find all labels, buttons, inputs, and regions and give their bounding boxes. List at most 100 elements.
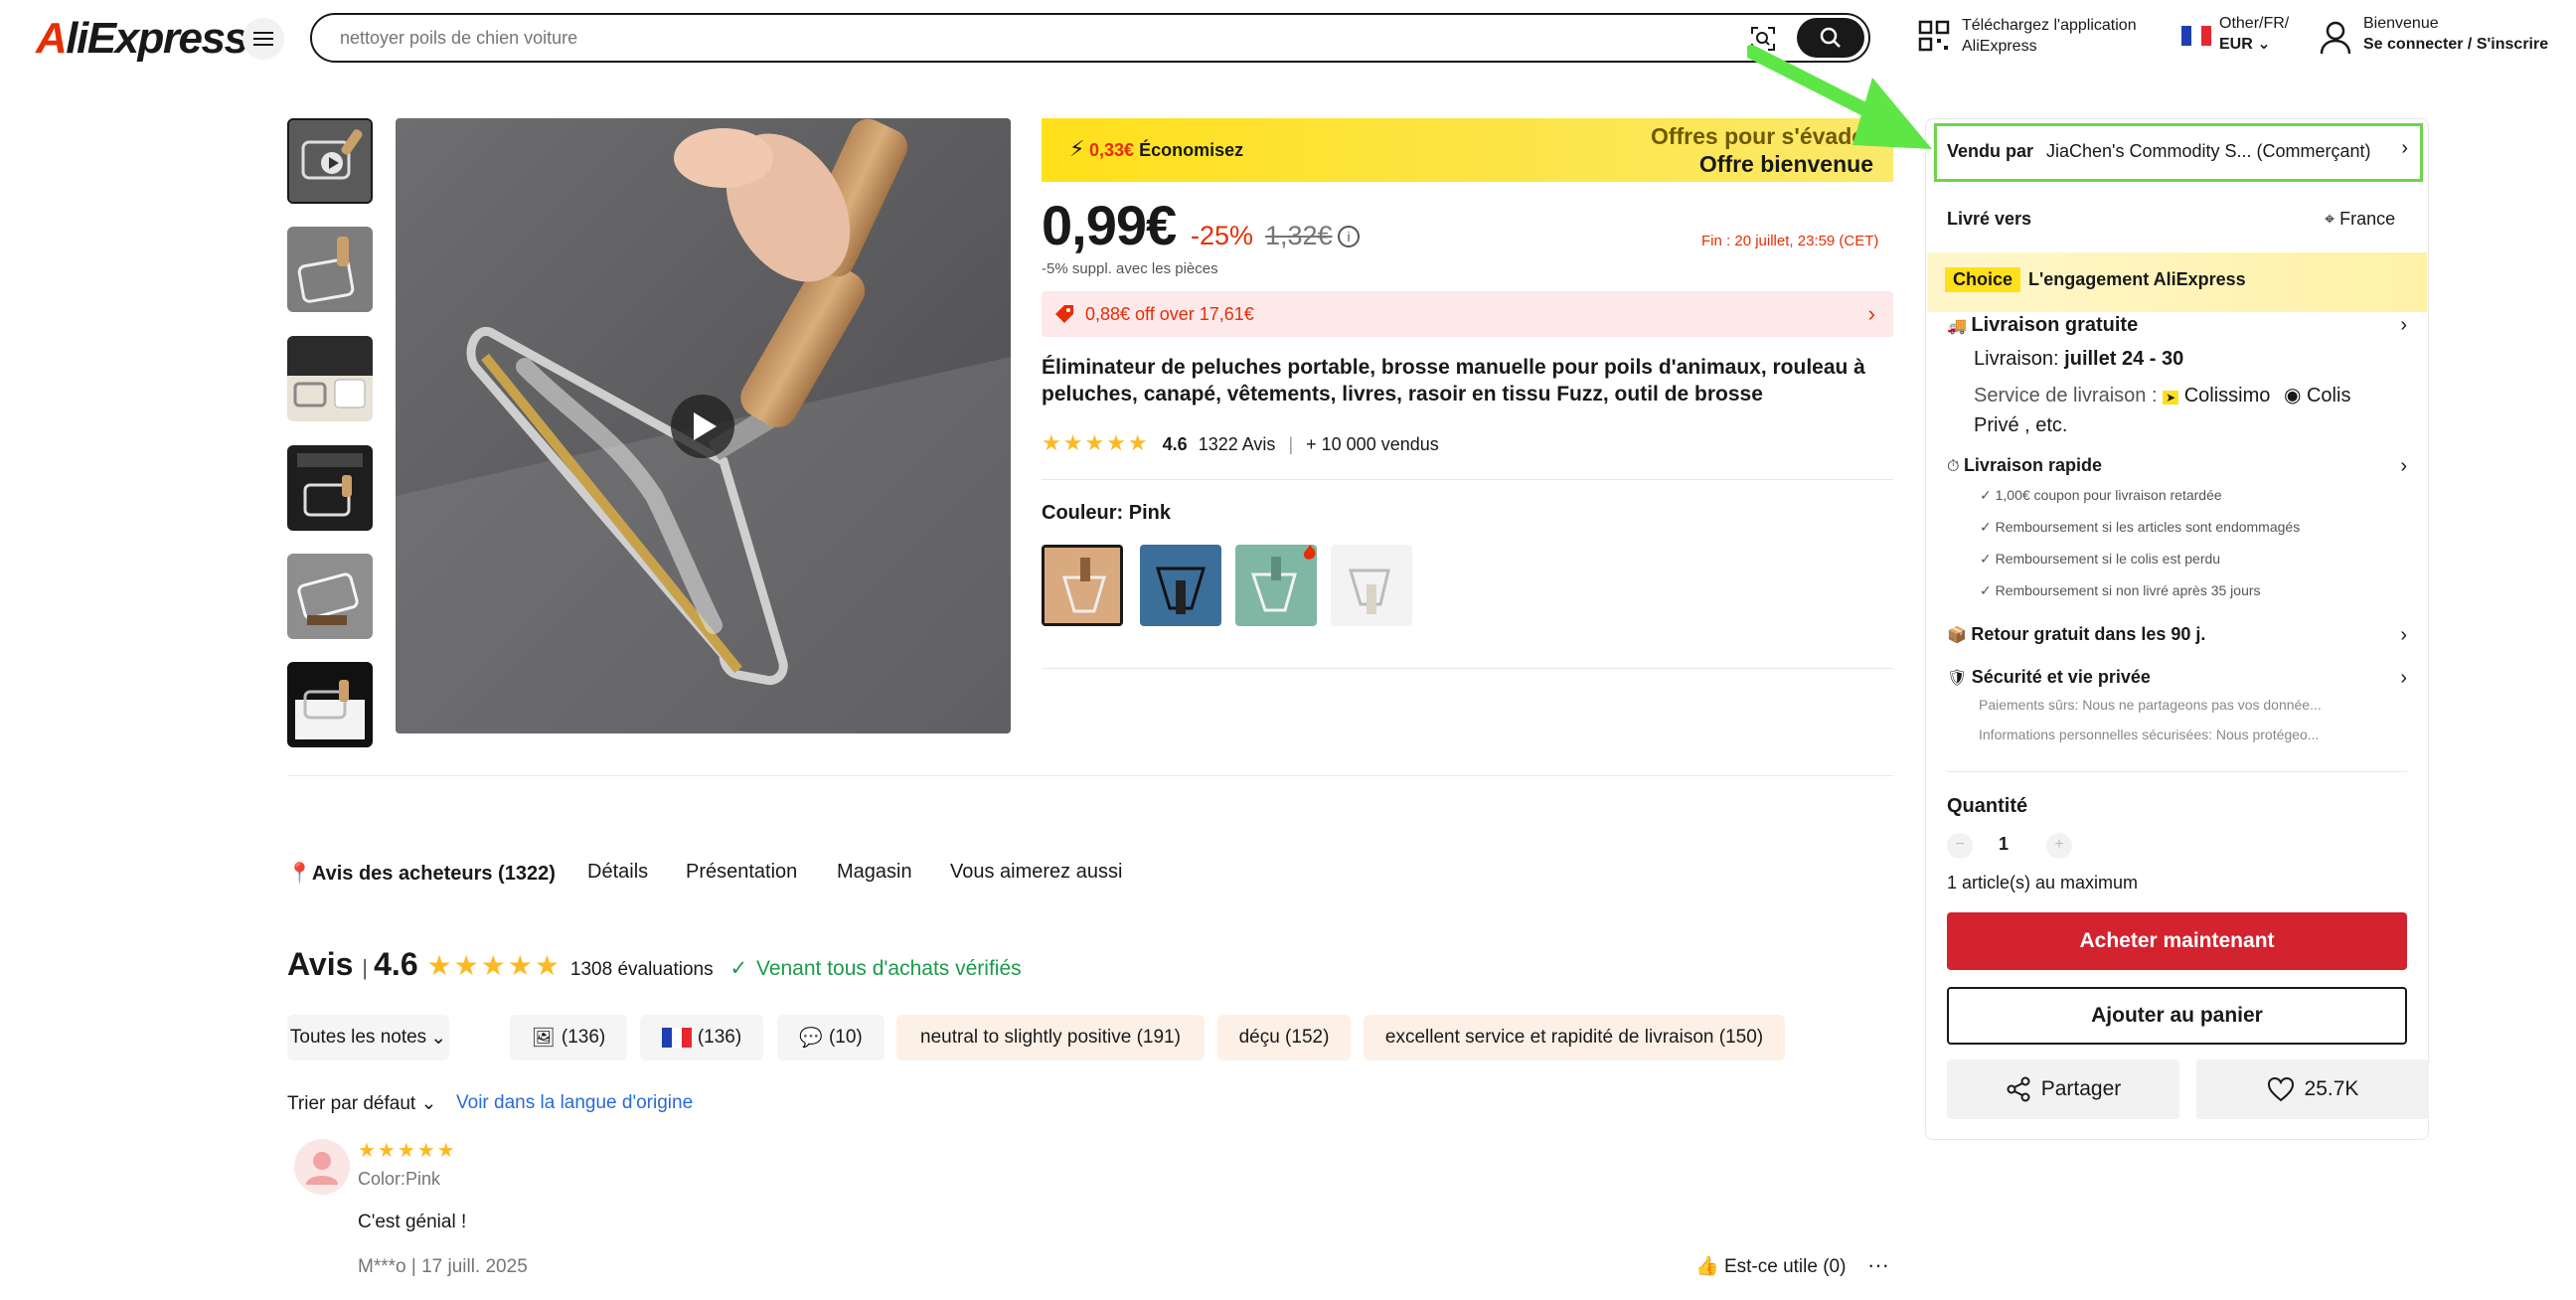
review-variant: Color:Pink: [358, 1169, 441, 1189]
info-icon[interactable]: i: [1338, 226, 1360, 247]
thumbnail-image: [287, 662, 373, 747]
swatch-white[interactable]: [1331, 545, 1412, 626]
image-icon: 🖼: [531, 1028, 556, 1049]
swatch-green[interactable]: [1235, 545, 1317, 626]
security-label: Sécurité et vie privée: [1971, 667, 2151, 687]
thumbnail-image: [289, 120, 371, 202]
savings-amount: 0,33€: [1089, 140, 1135, 160]
lightning-icon: ⚡: [1069, 136, 1085, 161]
share-icon: [2007, 1076, 2030, 1102]
quantity-label: Quantité: [1947, 795, 2028, 817]
search-input[interactable]: [340, 25, 1731, 51]
savings-label: Économisez: [1139, 140, 1244, 160]
thumbnail-2[interactable]: [287, 227, 373, 312]
quantity-stepper[interactable]: − 1 +: [1947, 831, 2086, 861]
free-delivery-row[interactable]: 🚚 Livraison gratuite ›: [1947, 314, 2407, 337]
filter-photos[interactable]: 🖼 (136): [510, 1015, 627, 1060]
wishlist-count: 25.7K: [2304, 1077, 2359, 1100]
filter-france[interactable]: (136): [640, 1015, 763, 1060]
search-bar[interactable]: [310, 13, 1870, 63]
thumbnail-6[interactable]: [287, 662, 373, 747]
quantity-value[interactable]: 1: [1999, 834, 2009, 855]
tab-details[interactable]: Détails: [587, 861, 648, 884]
chevron-right-icon: ›: [2400, 667, 2407, 689]
chip-label: (136): [697, 1027, 742, 1048]
thumbnail-image: [287, 336, 373, 421]
helpful-button[interactable]: 👍 Est-ce utile (0): [1695, 1254, 1846, 1278]
wishlist-button[interactable]: 25.7K: [2196, 1059, 2429, 1119]
chevron-down-icon: ⌄: [2257, 36, 2271, 53]
tab-reviews[interactable]: 📍Avis des acheteurs (1322): [287, 861, 556, 886]
tab-presentation[interactable]: Présentation: [686, 861, 797, 884]
coupon-text: 0,88€ off over 17,61€: [1085, 304, 1254, 324]
free-return-row[interactable]: 📦 Retour gratuit dans les 90 j. ›: [1947, 624, 2407, 646]
currency-label: EUR: [2219, 36, 2253, 53]
deadline-label: Fin :: [1701, 233, 1731, 249]
share-button[interactable]: Partager: [1947, 1059, 2179, 1119]
more-options-icon[interactable]: ···: [1867, 1252, 1889, 1278]
sign-in-link[interactable]: Se connecter / S'inscrire: [2363, 34, 2548, 55]
original-language-link[interactable]: Voir dans la langue d'origine: [456, 1092, 693, 1114]
deadline-value: 20 juillet, 23:59 (CET): [1734, 233, 1879, 249]
rating-value: 4.6: [1162, 434, 1188, 454]
return-box-icon: 📦: [1947, 627, 1967, 644]
swatch-image: [1045, 548, 1120, 623]
original-price: 1,32€: [1265, 221, 1333, 250]
avatar: [294, 1139, 350, 1195]
thumbnail-video[interactable]: [287, 118, 373, 204]
helpful-label: Est-ce utile (0): [1723, 1256, 1847, 1277]
filter-tag-neutral[interactable]: neutral to slightly positive (191): [896, 1015, 1205, 1060]
chevron-right-icon: ›: [2400, 314, 2407, 336]
menu-button[interactable]: [242, 18, 284, 60]
tab-store[interactable]: Magasin: [837, 861, 912, 884]
thumbnail-5[interactable]: [287, 554, 373, 639]
sold-count: + 10 000 vendus: [1306, 434, 1439, 454]
thumbnail-3[interactable]: [287, 336, 373, 421]
thumbnail-4[interactable]: [287, 445, 373, 531]
hot-flame-icon: [1303, 545, 1316, 560]
main-product-image[interactable]: [396, 118, 1011, 733]
filter-tag-decu[interactable]: déçu (152): [1217, 1015, 1351, 1060]
add-to-cart-button[interactable]: Ajouter au panier: [1947, 987, 2407, 1045]
fast-item-text: 1,00€ coupon pour livraison retardée: [1995, 487, 2222, 503]
review-author-date: M***o | 17 juill. 2025: [358, 1256, 528, 1277]
divider: [1042, 479, 1893, 480]
ship-to-selector[interactable]: ⌖ France: [2325, 209, 2395, 230]
fast-delivery-row[interactable]: ⏱ Livraison rapide ›: [1947, 455, 2407, 477]
truck-icon: 🚚: [1947, 318, 1967, 335]
location-pin-icon: ⌖: [2325, 209, 2335, 229]
buy-now-button[interactable]: Acheter maintenant: [1947, 912, 2407, 970]
clock-icon: ⏱: [1947, 458, 1960, 475]
divider: [1947, 771, 2407, 772]
divider: [1042, 668, 1893, 669]
share-label: Partager: [2040, 1077, 2122, 1100]
filter-tag-excellent[interactable]: excellent service et rapidité de livrais…: [1364, 1015, 1785, 1060]
tab-recommendations[interactable]: Vous aimerez aussi: [950, 861, 1122, 884]
filter-all-ratings[interactable]: Toutes les notes ⌄: [287, 1015, 449, 1060]
filter-comments[interactable]: 💬 (10): [777, 1015, 885, 1060]
logo-text: liExpress: [66, 14, 248, 63]
thumbnail-image: [287, 554, 373, 639]
increase-button[interactable]: +: [2046, 833, 2072, 859]
aliexpress-logo[interactable]: AliExpress: [36, 14, 248, 64]
security-row[interactable]: 🛡 Sécurité et vie privée ›: [1947, 667, 2407, 689]
hamburger-icon: [253, 32, 273, 46]
sort-dropdown[interactable]: Trier par défaut ⌄: [287, 1092, 436, 1115]
swatch-pink[interactable]: [1042, 545, 1123, 626]
chevron-right-icon: ›: [2400, 455, 2407, 477]
sort-label: Trier par défaut: [287, 1093, 416, 1114]
seller-row[interactable]: Vendu par JiaChen's Commodity S... (Comm…: [1934, 123, 2423, 182]
swatch-blue[interactable]: [1140, 545, 1221, 626]
fast-delivery-label: Livraison rapide: [1963, 455, 2102, 475]
chevron-right-icon: ›: [2401, 137, 2408, 159]
delivery-label: Livraison:: [1974, 348, 2059, 370]
carrier-info: Service de livraison : ➤ Colissimo ◉ Col…: [1974, 382, 2391, 439]
coupon-bar[interactable]: 0,88€ off over 17,61€ ›: [1042, 291, 1893, 337]
decrease-button[interactable]: −: [1947, 833, 1973, 859]
rating-row[interactable]: ★★★★★ 4.6 1322 Avis | + 10 000 vendus: [1042, 430, 1439, 456]
security-item-2: Informations personnelles sécurisées: No…: [1979, 727, 2320, 742]
comment-icon: 💬: [799, 1028, 823, 1049]
thumbs-up-icon: 👍: [1695, 1256, 1719, 1277]
coins-discount: -5% suppl. avec les pièces: [1042, 260, 1218, 277]
fast-item-4: ✓ Remboursement si non livré après 35 jo…: [1980, 582, 2261, 599]
